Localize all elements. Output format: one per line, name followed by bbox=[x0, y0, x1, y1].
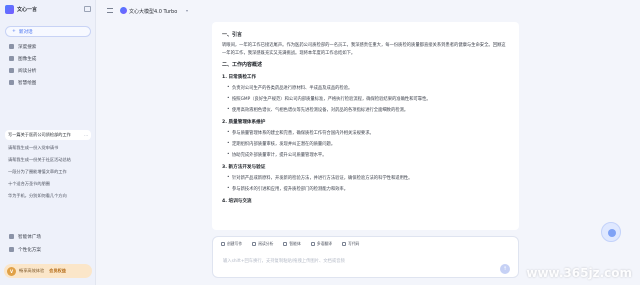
search-icon bbox=[9, 44, 14, 49]
logo-icon bbox=[5, 5, 14, 14]
history-item[interactable]: 一段分为了圈能增值文章的工作 bbox=[5, 167, 91, 177]
brand[interactable]: 文心一言 bbox=[5, 5, 37, 14]
nav-label: 智慧绘图 bbox=[18, 80, 37, 86]
send-icon: ↑ bbox=[502, 266, 508, 272]
history-item[interactable]: 请帮我生成一份关于社区活动总结 bbox=[5, 155, 91, 165]
nav-label: 深度搜索 bbox=[18, 44, 37, 50]
bullet-item: 参与质量管理体系的建立和完善，确保质检工作符合国内外相关法规要求。 bbox=[227, 130, 509, 136]
read-icon bbox=[9, 68, 14, 73]
image-icon bbox=[9, 56, 14, 61]
nav-item-image-gen[interactable]: 图像生成 bbox=[5, 54, 91, 63]
translate-icon bbox=[310, 242, 315, 246]
history-title: 一段分为了圈能增值文章的工作 bbox=[8, 169, 67, 174]
tool-label: 写代码 bbox=[347, 241, 360, 246]
profile-icon bbox=[9, 247, 14, 252]
agent-square-icon bbox=[9, 234, 14, 239]
watermark: www.365jz.com bbox=[526, 266, 632, 280]
bullet-item: 使用高效液相色谱仪、气相色谱仪等先进检测设备，对药品的各项指标进行全面细致的检测… bbox=[227, 107, 509, 113]
agent-square-label: 智能体广场 bbox=[18, 234, 41, 240]
history-item[interactable]: 十个适合万圣节的朋圈 bbox=[5, 179, 91, 189]
tool-agent[interactable]: 智能体 bbox=[283, 241, 301, 247]
history-item[interactable]: 写一篇关于医药公司质检部的工作 ⋯ bbox=[5, 130, 91, 140]
brand-name: 文心一言 bbox=[17, 7, 38, 13]
vip-badge: V bbox=[7, 266, 16, 276]
response-document: 一、引言 转眼间，一年的工作已接近尾声。作为医药公司质检部的一名员工，我深感责任… bbox=[212, 22, 519, 230]
topbar: 文心大模型4.0 Turbo ▾ bbox=[96, 0, 640, 24]
vip-banner[interactable]: V 畅享高效体验 会员权益 bbox=[4, 264, 92, 278]
chat-input[interactable]: 输入shift+回车换行，支持复制粘贴/拖拽上传图片、文档或音频 bbox=[223, 258, 345, 264]
subsection-title: 3. 新方法开发与验证 bbox=[222, 164, 266, 170]
history-title: 请帮我生成一份入党申请书 bbox=[8, 145, 59, 150]
history-item[interactable]: 请帮我生成一份入党申请书 bbox=[5, 143, 91, 153]
history-title: 华为手机，分别如何看几个方向 bbox=[8, 193, 67, 198]
collapse-sidebar-icon[interactable] bbox=[84, 6, 91, 12]
assistant-float-icon[interactable] bbox=[601, 222, 621, 242]
draw-icon bbox=[9, 80, 14, 85]
vip-benefits-button[interactable]: 会员权益 bbox=[49, 268, 66, 274]
model-selector[interactable]: 文心大模型4.0 Turbo bbox=[129, 8, 177, 15]
history-title: 请帮我生成一份关于社区活动总结 bbox=[8, 157, 71, 162]
tool-translate[interactable]: 多语翻译 bbox=[310, 241, 332, 247]
agent-square-link[interactable]: 智能体广场 bbox=[5, 232, 91, 241]
section-title: 二、工作内容概述 bbox=[222, 61, 263, 68]
sidebar: 文心一言 + 新对话 深度搜索 图像生成 阅读分析 智慧绘图 写一篇关于医药公司… bbox=[0, 0, 96, 285]
new-chat-button[interactable]: + 新对话 bbox=[5, 26, 91, 37]
history-title: 十个适合万圣节的朋圈 bbox=[8, 181, 50, 186]
subsection-title: 2. 质量管理体系维护 bbox=[222, 119, 266, 125]
chevron-down-icon[interactable]: ▾ bbox=[186, 8, 188, 13]
vip-text: 畅享高效体验 bbox=[19, 268, 45, 273]
history-title: 写一篇关于医药公司质检部的工作 bbox=[8, 132, 71, 137]
bullet-item: 针对新产品或新原料，开发新的检验方法，并进行方法验证，确保检验方法的科学性和适用… bbox=[227, 175, 509, 181]
subsection-title: 1. 日常质检工作 bbox=[222, 74, 257, 80]
bullet-item: 定期组织内部质量审核，发现并纠正潜在的质量问题。 bbox=[227, 141, 509, 147]
model-logo-icon bbox=[120, 7, 127, 14]
tool-label: 创建写作 bbox=[227, 241, 243, 246]
history-item[interactable]: 华为手机，分别如何看几个方向 bbox=[5, 191, 91, 201]
bullet-item: 参与新技术的引进和应用，提升质检部门的检测能力和效率。 bbox=[227, 186, 509, 192]
nav-item-deep-search[interactable]: 深度搜索 bbox=[5, 42, 91, 51]
profile-link[interactable]: 个性化方案 bbox=[5, 245, 91, 254]
input-toolbar: 创建写作 阅读分析 智能体 多语翻译 写代码 bbox=[221, 241, 359, 247]
tool-label: 智能体 bbox=[289, 241, 301, 246]
plus-icon: + bbox=[12, 29, 16, 34]
nav-item-read-analysis[interactable]: 阅读分析 bbox=[5, 66, 91, 75]
tool-read[interactable]: 阅读分析 bbox=[252, 241, 273, 247]
tool-write[interactable]: 创建写作 bbox=[221, 241, 242, 247]
bullet-item: 协助完成外部质量审计，提升公司质量管理水平。 bbox=[227, 152, 509, 158]
write-icon bbox=[221, 242, 225, 246]
read-icon bbox=[252, 242, 257, 246]
tool-label: 多语翻译 bbox=[316, 241, 332, 246]
nav-item-smart-draw[interactable]: 智慧绘图 bbox=[5, 78, 91, 87]
send-button[interactable]: ↑ bbox=[500, 264, 510, 274]
bullet-item: 负责对公司生产的各类药品进行原材料、半成品及成品的检验。 bbox=[227, 85, 509, 91]
menu-icon[interactable] bbox=[107, 8, 113, 13]
subsection-title: 4. 培训与交流 bbox=[222, 198, 252, 204]
more-icon[interactable]: ⋯ bbox=[84, 133, 88, 138]
nav-label: 图像生成 bbox=[18, 56, 37, 62]
profile-label: 个性化方案 bbox=[18, 247, 41, 253]
bullet-item: 按照GMP（良好生产规范）和公司内部质量标准，严格执行检验流程，确保检验结果的准… bbox=[227, 96, 509, 102]
tool-code[interactable]: 写代码 bbox=[341, 241, 360, 247]
paragraph: 转眼间，一年的工作已接近尾声。作为医药公司质检部的一名员工，我深感责任重大，每一… bbox=[222, 43, 506, 56]
new-chat-label: 新对话 bbox=[18, 29, 33, 35]
tool-label: 阅读分析 bbox=[258, 241, 274, 246]
agent-icon bbox=[283, 242, 288, 246]
nav-label: 阅读分析 bbox=[18, 68, 37, 74]
section-title: 一、引言 bbox=[222, 32, 243, 38]
chat-input-area: 创建写作 阅读分析 智能体 多语翻译 写代码 输入shift+回车换行，支持复制… bbox=[212, 236, 519, 278]
code-icon bbox=[341, 242, 346, 246]
